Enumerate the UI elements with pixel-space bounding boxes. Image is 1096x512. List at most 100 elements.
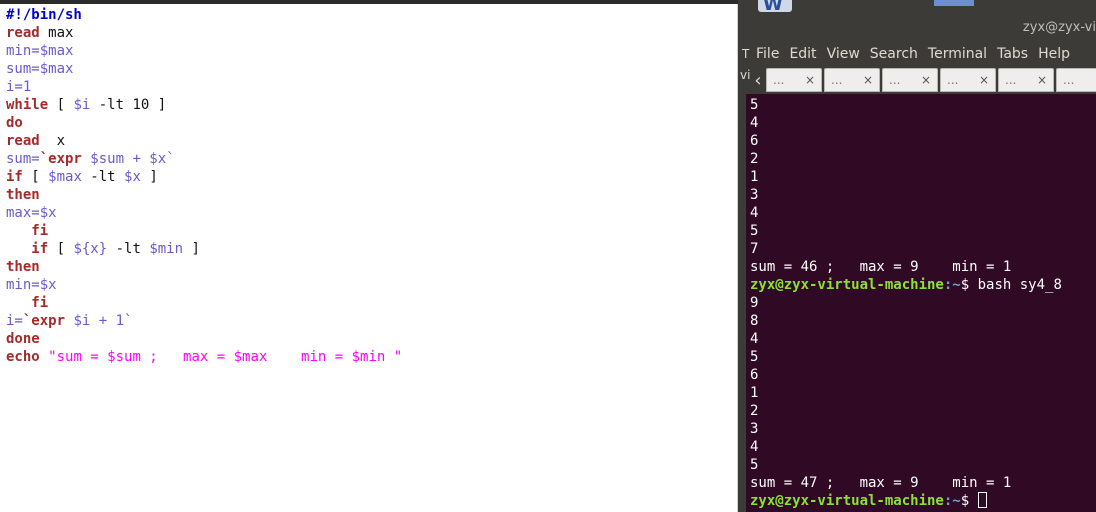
code-token: ] xyxy=(183,241,200,257)
code-token: then xyxy=(6,259,40,275)
prompt-path: :~ xyxy=(943,493,961,509)
menu-help[interactable]: Help xyxy=(1038,46,1076,62)
terminal-prompt-line: zyx@zyx-virtual-machine:~$ bash sy4_8 xyxy=(750,276,1062,294)
close-icon[interactable]: × xyxy=(979,73,989,87)
terminal-tab[interactable]: ... × xyxy=(1056,68,1096,92)
menu-search[interactable]: Search xyxy=(870,46,924,62)
desktop-item-icon[interactable] xyxy=(934,0,974,6)
terminal-output-line: 6 xyxy=(750,367,759,383)
tab-label: ... xyxy=(947,73,959,87)
code-line: fi xyxy=(6,294,402,312)
terminal-tab[interactable]: ... × xyxy=(766,68,822,92)
terminal-tab[interactable]: ... × xyxy=(940,68,996,92)
text-editor[interactable]: #!/bin/sh read max min=$max sum=$max i=1 whil… xyxy=(0,0,738,512)
tab-label: ... xyxy=(773,73,785,87)
code-token: $min xyxy=(149,241,184,257)
code-token: [ xyxy=(48,241,74,257)
code-token: $i + 1` xyxy=(65,313,133,329)
terminal-output-line: 1 xyxy=(750,385,759,401)
menu-view[interactable]: View xyxy=(827,46,866,62)
code-line: then xyxy=(6,186,402,204)
window-title: zyx@zyx-vi xyxy=(1022,20,1096,35)
code-area[interactable]: #!/bin/sh read max min=$max sum=$max i=1 whil… xyxy=(6,6,402,366)
code-token: x xyxy=(39,133,66,149)
terminal-output[interactable]: 5 4 6 2 1 3 4 5 7 sum = 46 ; max = 9 min = 1 zyx@z… xyxy=(746,94,1096,512)
code-line: if [ $max -lt $x ] xyxy=(6,168,402,186)
code-token: [ xyxy=(22,169,49,185)
code-token: read xyxy=(6,133,40,149)
menu-edit[interactable]: Edit xyxy=(789,46,822,62)
code-token: $x xyxy=(124,169,141,185)
code-token: min=$x xyxy=(6,277,57,293)
menu-tabs[interactable]: Tabs xyxy=(997,46,1034,62)
code-line: sum=$max xyxy=(6,60,402,78)
terminal-tab[interactable]: ... × xyxy=(824,68,880,92)
code-token: i= xyxy=(6,313,23,329)
terminal-output-line: 5 xyxy=(750,223,759,239)
terminal-menubar: T File Edit View Search Terminal Tabs He… xyxy=(738,44,1096,66)
code-line: i=`expr $i + 1` xyxy=(6,312,402,330)
code-token: -lt xyxy=(107,241,150,257)
terminal-output-line: 3 xyxy=(750,187,759,203)
code-line: do xyxy=(6,114,402,132)
terminal-output-line: 5 xyxy=(750,97,759,113)
desktop-background: W zyx@zyx-vi T File Edit View Search Ter… xyxy=(738,0,1096,512)
code-token: -lt xyxy=(81,169,125,185)
close-icon[interactable]: × xyxy=(921,73,931,87)
code-token: #!/bin/sh xyxy=(6,7,82,23)
code-line: while [ $i -lt 10 ] xyxy=(6,96,402,114)
code-token: "sum = $sum ; max = $max min = $min " xyxy=(48,349,403,365)
code-token: max xyxy=(39,25,74,41)
code-line: #!/bin/sh xyxy=(6,6,402,24)
terminal-output-line: 5 xyxy=(750,349,759,365)
code-token: $max xyxy=(48,169,82,185)
code-token: fi xyxy=(6,295,49,311)
prompt-command: $ bash sy4_8 xyxy=(960,277,1062,293)
terminal-output-line: 9 xyxy=(750,295,759,311)
terminal-lines: 5 4 6 2 1 3 4 5 7 sum = 46 ; max = 9 min = 1 zyx@z… xyxy=(750,96,1062,510)
code-line: min=$x xyxy=(6,276,402,294)
terminal-output-line: sum = 47 ; max = 9 min = 1 xyxy=(750,475,1012,491)
tab-label: ... xyxy=(1005,73,1017,87)
code-line: fi xyxy=(6,222,402,240)
terminal-tab[interactable]: ... × xyxy=(882,68,938,92)
terminal-output-line: 2 xyxy=(750,151,759,167)
code-line: min=$max xyxy=(6,42,402,60)
menubar-cut-text: T xyxy=(742,47,750,61)
code-line: max=$x xyxy=(6,204,402,222)
terminal-output-line: 3 xyxy=(750,421,759,437)
menu-file[interactable]: File xyxy=(756,46,785,62)
tab-label: ... xyxy=(889,73,901,87)
close-icon[interactable]: × xyxy=(805,73,815,87)
code-token: $sum + $x` xyxy=(81,151,175,167)
terminal-output-line: 4 xyxy=(750,115,759,131)
document-icon[interactable]: W xyxy=(758,0,792,15)
terminal-output-line: 5 xyxy=(750,457,759,473)
code-token: min=$max xyxy=(6,43,74,59)
code-line: then xyxy=(6,258,402,276)
terminal-output-line: 2 xyxy=(750,403,759,419)
code-token: do xyxy=(6,115,23,131)
menu-terminal[interactable]: Terminal xyxy=(928,46,993,62)
code-token: $i xyxy=(73,97,91,113)
code-token: echo xyxy=(6,349,40,365)
code-line: done xyxy=(6,330,402,348)
terminal-output-line: 1 xyxy=(750,169,759,185)
terminal-output-line: 6 xyxy=(750,133,759,149)
terminal-tabbar: vi ‹ ... × ... × ... × ... × ... × ... xyxy=(738,66,1096,94)
terminal-cursor[interactable] xyxy=(977,492,987,508)
chevron-left-icon[interactable]: ‹ xyxy=(750,68,766,92)
code-token: ${x} xyxy=(73,241,108,257)
terminal-output-line: 4 xyxy=(750,439,759,455)
code-line: read max xyxy=(6,24,402,42)
code-token: ] xyxy=(140,169,158,185)
terminal-output-line: sum = 46 ; max = 9 min = 1 xyxy=(750,259,1012,275)
close-icon[interactable]: × xyxy=(1037,73,1047,87)
prompt-user: zyx@zyx-virtual-machine xyxy=(750,493,944,509)
terminal-tab[interactable]: ... × xyxy=(998,68,1054,92)
close-icon[interactable]: × xyxy=(863,73,873,87)
prompt-user: zyx@zyx-virtual-machine xyxy=(750,277,944,293)
terminal-titlebar[interactable]: zyx@zyx-vi xyxy=(738,12,1096,44)
code-token: then xyxy=(6,187,40,203)
